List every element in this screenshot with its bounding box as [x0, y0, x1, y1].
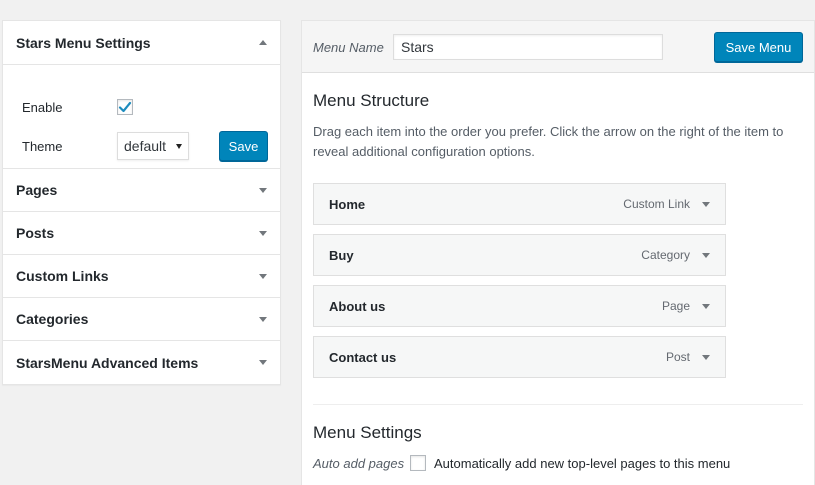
menu-items-panel: Stars Menu Settings Enable Theme default…: [2, 20, 281, 385]
menu-item-type: Category: [641, 248, 690, 262]
auto-add-pages-text[interactable]: Automatically add new top-level pages to…: [434, 456, 730, 471]
stars-menu-settings-body: Enable Theme default Save: [3, 65, 280, 169]
menu-item-title: Buy: [329, 247, 354, 263]
expand-arrow-icon[interactable]: [702, 252, 710, 258]
section-label: Custom Links: [16, 268, 109, 284]
section-divider: [313, 404, 803, 405]
auto-add-pages-checkbox[interactable]: [410, 455, 426, 471]
menu-item-type: Post: [665, 350, 690, 364]
theme-select-value: default: [124, 138, 167, 154]
section-custom-links[interactable]: Custom Links: [3, 255, 280, 298]
menu-edit-panel: Menu Name Stars Save Menu Menu Structure…: [301, 20, 815, 485]
menu-item[interactable]: Home Custom Link: [313, 183, 726, 225]
expand-arrow-icon[interactable]: [702, 303, 710, 309]
section-label: Posts: [16, 225, 55, 241]
expand-arrow-icon[interactable]: [259, 316, 267, 322]
stars-menu-settings-title: Stars Menu Settings: [16, 34, 151, 51]
menu-item-title: Home: [329, 196, 366, 212]
expand-arrow-icon[interactable]: [702, 201, 710, 207]
section-posts[interactable]: Posts: [3, 212, 280, 255]
section-pages[interactable]: Pages: [3, 169, 280, 212]
theme-select[interactable]: default: [117, 132, 189, 160]
menu-item[interactable]: About us Page: [313, 285, 726, 327]
enable-label: Enable: [22, 99, 63, 115]
menu-name-input[interactable]: Stars: [393, 34, 663, 60]
expand-arrow-icon[interactable]: [259, 360, 267, 365]
section-starsmenu-advanced-items[interactable]: StarsMenu Advanced Items: [3, 341, 280, 384]
collapse-arrow-icon[interactable]: [259, 40, 267, 45]
menu-header: Menu Name Stars Save Menu: [302, 21, 814, 73]
expand-arrow-icon[interactable]: [702, 354, 710, 360]
menu-item[interactable]: Buy Category: [313, 234, 726, 276]
stars-menu-settings-header[interactable]: Stars Menu Settings: [3, 21, 280, 65]
section-label: StarsMenu Advanced Items: [16, 354, 199, 371]
enable-row: Enable: [22, 99, 133, 115]
save-settings-button[interactable]: Save: [219, 131, 268, 161]
auto-add-pages-label: Auto add pages: [313, 455, 405, 471]
theme-row: Theme default: [22, 132, 189, 160]
expand-arrow-icon[interactable]: [259, 230, 267, 236]
expand-arrow-icon[interactable]: [259, 187, 267, 193]
auto-add-pages-row: Auto add pages Automatically add new top…: [313, 455, 730, 471]
menu-item[interactable]: Contact us Post: [313, 336, 726, 378]
menu-item-title: Contact us: [329, 349, 397, 365]
menu-item-type: Page: [661, 299, 690, 313]
menu-item-type: Custom Link: [623, 197, 690, 211]
section-label: Categories: [16, 311, 89, 327]
expand-arrow-icon[interactable]: [259, 273, 267, 279]
select-caret-icon: [176, 143, 182, 149]
save-menu-button[interactable]: Save Menu: [714, 32, 803, 62]
menu-structure-title: Menu Structure: [313, 91, 430, 110]
menu-settings-title: Menu Settings: [313, 423, 422, 442]
menu-structure-description: Drag each item into the order you prefer…: [313, 124, 784, 159]
section-categories[interactable]: Categories: [3, 298, 280, 341]
menu-item-title: About us: [329, 298, 386, 314]
theme-label: Theme: [22, 138, 63, 154]
menu-name-label: Menu Name: [313, 40, 384, 55]
section-label: Pages: [16, 182, 58, 198]
checkmark-icon: [118, 101, 132, 113]
enable-checkbox[interactable]: [117, 99, 133, 115]
